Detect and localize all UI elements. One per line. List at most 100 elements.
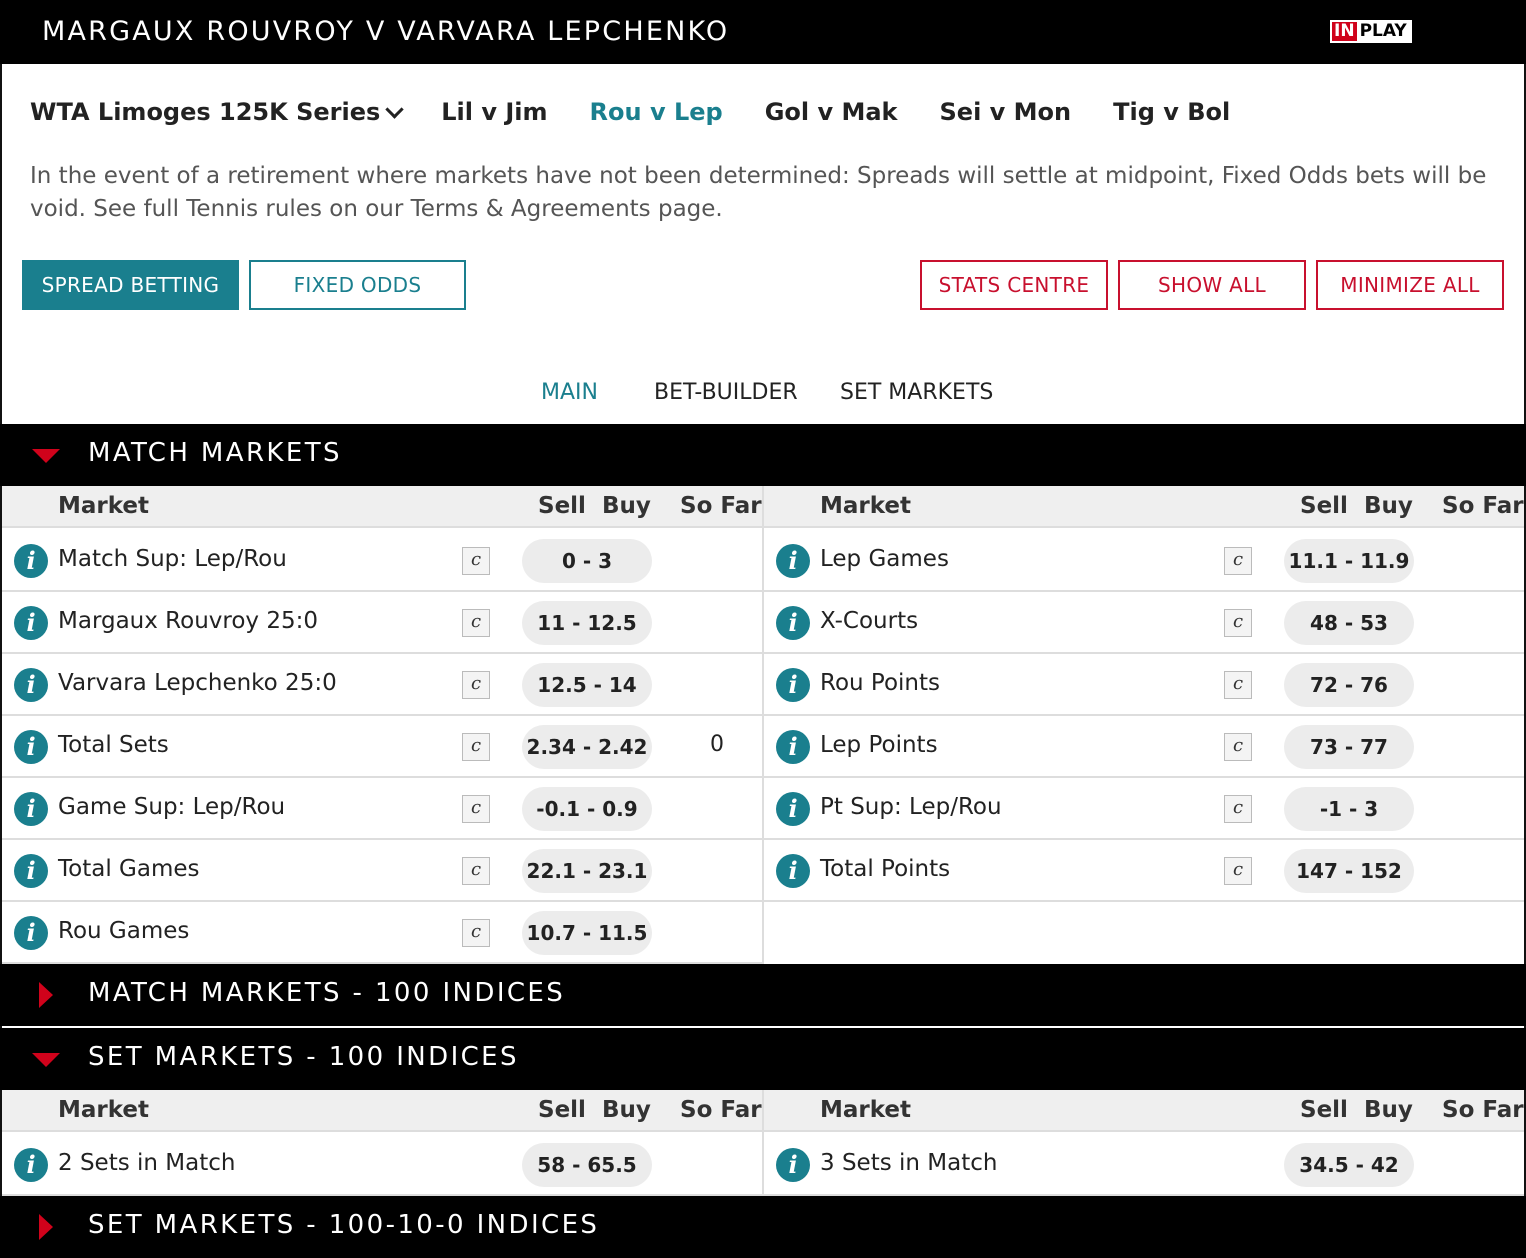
info-icon[interactable]: i <box>776 668 810 702</box>
c-icon[interactable]: c <box>1224 795 1252 823</box>
price-button[interactable]: 12.5 - 14 <box>522 663 652 707</box>
info-icon[interactable]: i <box>776 792 810 826</box>
price-button[interactable]: 11.1 - 11.9 <box>1284 539 1414 583</box>
c-icon[interactable]: c <box>1224 609 1252 637</box>
col-market: Market <box>820 1097 912 1123</box>
price-button[interactable]: 34.5 - 42 <box>1284 1143 1414 1187</box>
col-so-far: So Far <box>1442 493 1524 519</box>
tab-set-markets[interactable]: SET MARKETS <box>840 380 993 405</box>
c-icon[interactable]: c <box>462 795 490 823</box>
price-button[interactable]: 10.7 - 11.5 <box>522 911 652 955</box>
col-sell-buy: Sell Buy <box>1300 1097 1413 1123</box>
c-icon[interactable]: c <box>462 733 490 761</box>
so-far-value: 0 <box>710 732 724 757</box>
tab-bet-builder[interactable]: BET-BUILDER <box>654 380 798 405</box>
info-icon[interactable]: i <box>14 606 48 640</box>
info-icon[interactable]: i <box>14 854 48 888</box>
market-row: i Varvara Lepchenko 25:0 c 12.5 - 14 <box>2 654 762 716</box>
section-match-markets-100[interactable]: MATCH MARKETS - 100 INDICES <box>0 964 1526 1026</box>
collapse-arrow-icon <box>32 1053 60 1067</box>
c-icon[interactable]: c <box>1224 671 1252 699</box>
market-row: i Match Sup: Lep/Rou c 0 - 3 <box>2 530 762 592</box>
price-button[interactable]: 0 - 3 <box>522 539 652 583</box>
market-row: i Total Points c 147 - 152 <box>764 840 1524 902</box>
competition-dropdown[interactable]: WTA Limoges 125K Series <box>30 98 404 126</box>
inplay-badge-play: PLAY <box>1356 22 1410 41</box>
section-match-markets[interactable]: MATCH MARKETS <box>0 424 1526 486</box>
info-icon[interactable]: i <box>776 1148 810 1182</box>
nav-match-gol-v-mak[interactable]: Gol v Mak <box>765 98 898 126</box>
info-icon[interactable]: i <box>14 916 48 950</box>
info-icon[interactable]: i <box>776 730 810 764</box>
market-name: 3 Sets in Match <box>820 1150 998 1176</box>
col-sell-buy: Sell Buy <box>538 493 651 519</box>
collapse-arrow-icon <box>32 449 60 463</box>
market-name: X-Courts <box>820 608 919 634</box>
nav-match-lil-v-jim[interactable]: Lil v Jim <box>441 98 547 126</box>
section-title: SET MARKETS - 100 INDICES <box>88 1042 519 1072</box>
market-row: i 3 Sets in Match 34.5 - 42 <box>764 1134 1524 1196</box>
info-icon[interactable]: i <box>776 544 810 578</box>
spread-betting-button[interactable]: SPREAD BETTING <box>22 260 239 310</box>
c-icon[interactable]: c <box>462 547 490 575</box>
show-all-button[interactable]: SHOW ALL <box>1118 260 1306 310</box>
col-sell-buy: Sell Buy <box>538 1097 651 1123</box>
section-title: MATCH MARKETS <box>88 438 342 468</box>
info-icon[interactable]: i <box>776 854 810 888</box>
market-row: i Rou Games c 10.7 - 11.5 <box>2 902 762 964</box>
col-market: Market <box>820 493 912 519</box>
price-button[interactable]: 2.34 - 2.42 <box>522 725 652 769</box>
price-button[interactable]: 11 - 12.5 <box>522 601 652 645</box>
market-row: i 2 Sets in Match 58 - 65.5 <box>2 1134 762 1196</box>
event-title: MARGAUX ROUVROY V VARVARA LEPCHENKO <box>42 16 730 47</box>
section-set-markets-100-10-0[interactable]: SET MARKETS - 100-10-0 INDICES <box>0 1196 1526 1258</box>
market-name: Game Sup: Lep/Rou <box>58 794 286 820</box>
market-row: i Rou Points c 72 - 76 <box>764 654 1524 716</box>
c-icon[interactable]: c <box>462 671 490 699</box>
c-icon[interactable]: c <box>462 609 490 637</box>
nav-match-sei-v-mon[interactable]: Sei v Mon <box>940 98 1072 126</box>
market-row: i Margaux Rouvroy 25:0 c 11 - 12.5 <box>2 592 762 654</box>
market-name: Margaux Rouvroy 25:0 <box>58 608 318 634</box>
expand-arrow-icon <box>39 1214 53 1240</box>
minimize-all-button[interactable]: MINIMIZE ALL <box>1316 260 1504 310</box>
fixed-odds-button[interactable]: FIXED ODDS <box>249 260 466 310</box>
info-icon[interactable]: i <box>776 606 810 640</box>
price-button[interactable]: 147 - 152 <box>1284 849 1414 893</box>
col-so-far: So Far <box>680 1097 762 1123</box>
price-button[interactable]: -1 - 3 <box>1284 787 1414 831</box>
price-button[interactable]: 48 - 53 <box>1284 601 1414 645</box>
market-row: i Lep Points c 73 - 77 <box>764 716 1524 778</box>
match-nav: WTA Limoges 125K Series Lil v Jim Rou v … <box>30 94 1230 130</box>
market-name: Total Games <box>58 856 200 882</box>
c-icon[interactable]: c <box>1224 547 1252 575</box>
info-icon[interactable]: i <box>14 544 48 578</box>
price-button[interactable]: 72 - 76 <box>1284 663 1414 707</box>
c-icon[interactable]: c <box>462 857 490 885</box>
c-icon[interactable]: c <box>1224 733 1252 761</box>
section-set-markets-100[interactable]: SET MARKETS - 100 INDICES <box>0 1028 1526 1090</box>
info-icon[interactable]: i <box>14 668 48 702</box>
inplay-badge-in: IN <box>1332 21 1357 41</box>
nav-match-rou-v-lep[interactable]: Rou v Lep <box>590 98 723 126</box>
market-name: Match Sup: Lep/Rou <box>58 546 287 572</box>
retirement-notice: In the event of a retirement where marke… <box>30 163 1487 222</box>
market-row: i Game Sup: Lep/Rou c -0.1 - 0.9 <box>2 778 762 840</box>
info-icon[interactable]: i <box>14 792 48 826</box>
info-icon[interactable]: i <box>14 1148 48 1182</box>
price-button[interactable]: -0.1 - 0.9 <box>522 787 652 831</box>
nav-match-tig-v-bol[interactable]: Tig v Bol <box>1113 98 1230 126</box>
price-button[interactable]: 73 - 77 <box>1284 725 1414 769</box>
price-button[interactable]: 58 - 65.5 <box>522 1143 652 1187</box>
market-name: Total Sets <box>58 732 169 758</box>
c-icon[interactable]: c <box>1224 857 1252 885</box>
stats-centre-button[interactable]: STATS CENTRE <box>920 260 1108 310</box>
price-button[interactable]: 22.1 - 23.1 <box>522 849 652 893</box>
chevron-down-icon <box>385 99 404 119</box>
tab-main[interactable]: MAIN <box>541 380 598 405</box>
section-title: SET MARKETS - 100-10-0 INDICES <box>88 1210 600 1240</box>
c-icon[interactable]: c <box>462 919 490 947</box>
info-icon[interactable]: i <box>14 730 48 764</box>
market-row: i X-Courts c 48 - 53 <box>764 592 1524 654</box>
market-row: i Total Games c 22.1 - 23.1 <box>2 840 762 902</box>
